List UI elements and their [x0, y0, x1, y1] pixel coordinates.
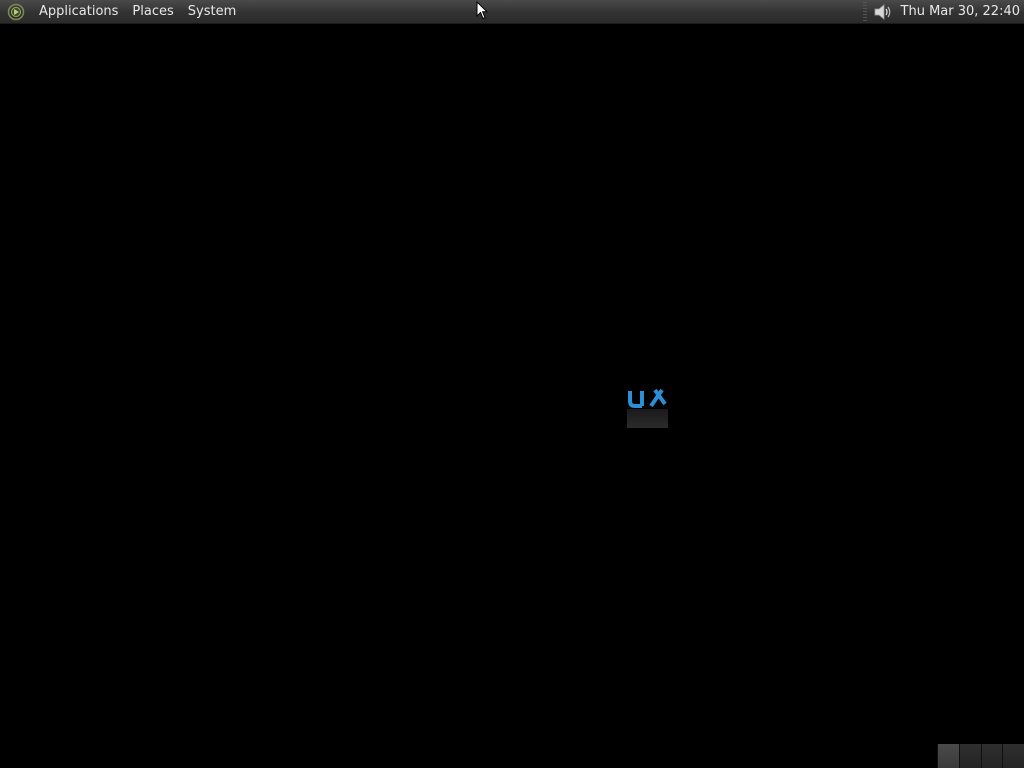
workspace-4[interactable] — [1002, 744, 1024, 768]
applications-menu[interactable]: Applications — [32, 0, 125, 24]
workspace-2[interactable] — [958, 744, 981, 768]
loading-app-icon — [627, 387, 668, 428]
speaker-volume-icon[interactable] — [871, 1, 893, 23]
mouse-pointer-icon — [476, 0, 489, 20]
workspace-1[interactable] — [937, 744, 959, 768]
panel-handle — [862, 1, 867, 22]
top-panel: Applications Places System Thu Mar 30, 2… — [0, 0, 1024, 24]
clock[interactable]: Thu Mar 30, 22:40 — [901, 0, 1024, 24]
system-menu[interactable]: System — [181, 0, 243, 24]
places-menu[interactable]: Places — [125, 0, 180, 24]
distro-logo-icon[interactable] — [6, 2, 26, 22]
desktop-screen: Applications Places System Thu Mar 30, 2… — [0, 0, 1024, 768]
workspace-3[interactable] — [980, 744, 1003, 768]
workspace-switcher — [937, 744, 1024, 768]
